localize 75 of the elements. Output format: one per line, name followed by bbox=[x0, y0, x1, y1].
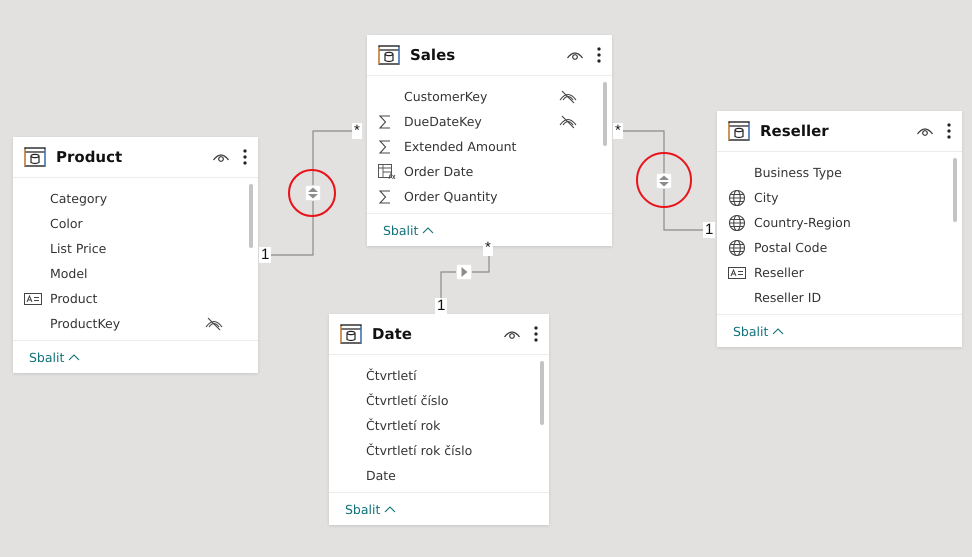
field-name[interactable]: DueDateKey bbox=[404, 114, 482, 129]
field-name[interactable]: Čtvrtletí číslo bbox=[366, 393, 449, 408]
field-name[interactable]: Business Type bbox=[754, 165, 842, 180]
field-name[interactable]: Country-Region bbox=[754, 215, 851, 230]
relationship-line[interactable] bbox=[271, 130, 352, 256]
field-name[interactable]: Color bbox=[50, 216, 83, 231]
scrollbar[interactable] bbox=[249, 184, 253, 248]
cardinality-label: 1 bbox=[703, 222, 716, 238]
globe-icon bbox=[728, 188, 746, 206]
relationship-line[interactable] bbox=[440, 256, 490, 298]
field-name[interactable]: City bbox=[754, 190, 778, 205]
field-name[interactable]: Category bbox=[50, 191, 108, 206]
scrollbar[interactable] bbox=[540, 361, 544, 425]
collapse-link[interactable]: Sbalit bbox=[345, 502, 396, 516]
collapse-link[interactable]: Sbalit bbox=[733, 324, 784, 338]
table-icon bbox=[378, 45, 400, 65]
cardinality-label: * bbox=[613, 123, 623, 139]
hidden-eye-icon[interactable] bbox=[204, 316, 224, 332]
field-name[interactable]: ProductKey bbox=[50, 316, 120, 331]
field-name[interactable]: Order Quantity bbox=[404, 189, 498, 204]
highlight-circle bbox=[287, 168, 337, 218]
caret-up-icon bbox=[772, 327, 784, 335]
table-card[interactable]: Product Category Color List Price Model Product ProductKey Sbalit bbox=[13, 137, 258, 373]
table-title: Date bbox=[372, 325, 413, 343]
relationship-line[interactable] bbox=[623, 130, 703, 231]
table-title: Sales bbox=[410, 46, 456, 64]
cross-filter-both-icon[interactable] bbox=[305, 185, 321, 201]
cardinality-label: * bbox=[352, 123, 362, 139]
scrollbar[interactable] bbox=[603, 82, 607, 146]
field-name[interactable]: Order Date bbox=[404, 164, 474, 179]
id-card-icon bbox=[24, 292, 42, 304]
table-icon bbox=[24, 147, 46, 167]
field-name[interactable]: Date bbox=[366, 468, 396, 483]
field-name[interactable]: Reseller ID bbox=[754, 290, 822, 305]
field-name[interactable]: List Price bbox=[50, 241, 106, 256]
highlight-circle bbox=[635, 151, 693, 209]
calculated-column-icon bbox=[378, 164, 396, 180]
table-icon bbox=[728, 121, 750, 141]
more-options-icon[interactable] bbox=[946, 122, 952, 140]
cardinality-label: 1 bbox=[435, 298, 448, 314]
table-card[interactable]: Reseller Business Type City Country-Region Postal Code Reseller Reseller ID Sbalit bbox=[717, 111, 962, 347]
id-card-icon bbox=[728, 266, 746, 278]
caret-up-icon bbox=[384, 505, 396, 513]
field-name[interactable]: Model bbox=[50, 266, 88, 281]
field-name[interactable]: Čtvrtletí rok číslo bbox=[366, 443, 472, 458]
table-card[interactable]: Date Čtvrtletí Čtvrtletí číslo Čtvrtletí rok Čtvrtletí rok číslo Date Sbalit bbox=[329, 314, 549, 525]
field-name[interactable]: Reseller bbox=[754, 265, 804, 280]
sigma-icon bbox=[378, 138, 392, 154]
hidden-eye-icon[interactable] bbox=[558, 114, 578, 130]
more-options-icon[interactable] bbox=[242, 148, 248, 166]
field-name[interactable]: Product bbox=[50, 291, 98, 306]
table-icon bbox=[340, 324, 362, 344]
globe-icon bbox=[728, 214, 746, 232]
collapse-link[interactable]: Sbalit bbox=[383, 222, 434, 238]
more-options-icon[interactable] bbox=[596, 46, 602, 64]
hidden-eye-icon[interactable] bbox=[558, 88, 578, 104]
caret-up-icon bbox=[68, 353, 80, 361]
filter-direction-icon[interactable] bbox=[456, 264, 472, 280]
field-name[interactable]: Čtvrtletí bbox=[366, 368, 417, 383]
table-title: Product bbox=[56, 148, 124, 166]
cross-filter-both-icon[interactable] bbox=[656, 173, 672, 189]
cardinality-label: * bbox=[483, 240, 493, 256]
globe-icon bbox=[728, 238, 746, 256]
field-name[interactable]: Postal Code bbox=[754, 240, 828, 255]
collapse-link[interactable]: Sbalit bbox=[29, 350, 80, 364]
more-options-icon[interactable] bbox=[533, 325, 539, 343]
caret-up-icon bbox=[422, 226, 434, 234]
sigma-icon bbox=[378, 188, 392, 204]
scrollbar[interactable] bbox=[953, 158, 957, 222]
field-name[interactable]: CustomerKey bbox=[404, 89, 488, 104]
field-name[interactable]: Extended Amount bbox=[404, 139, 516, 154]
sigma-icon bbox=[378, 114, 392, 130]
table-title: Reseller bbox=[760, 122, 830, 140]
field-name[interactable]: Čtvrtletí rok bbox=[366, 418, 440, 433]
cardinality-label: 1 bbox=[259, 247, 272, 263]
